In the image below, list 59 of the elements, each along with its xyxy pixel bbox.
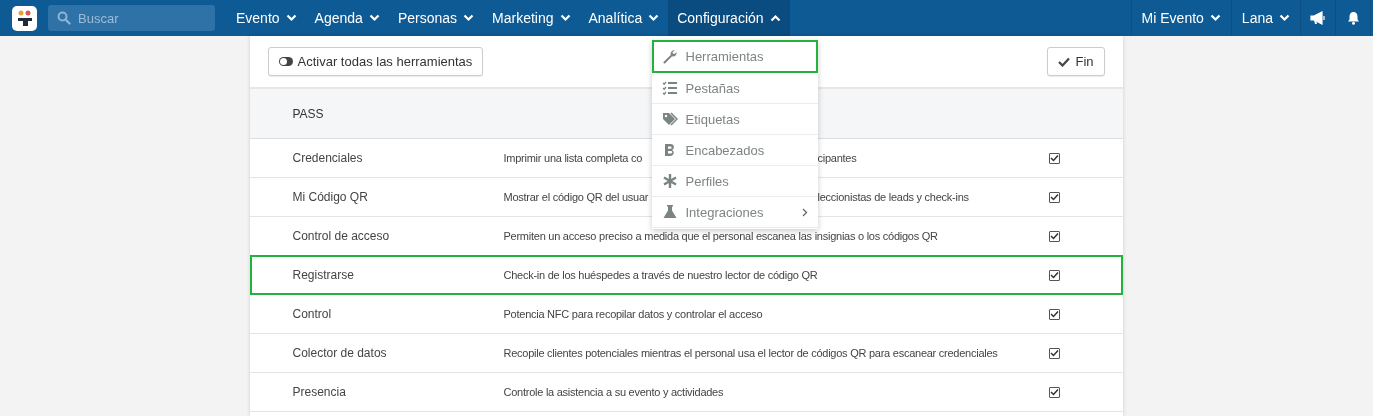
checkbox[interactable] — [1048, 386, 1060, 398]
menu-item[interactable]: Etiquetas — [651, 104, 818, 135]
tool-description: Permiten un acceso preciso a medida que el personal escanea las insignias o los códigos QR — [503, 230, 938, 242]
tool-description: Recopile clientes potenciales mientras el personal usa el lector de códigos QR para escanear credenciales — [503, 347, 998, 359]
asterisk-icon — [661, 173, 678, 189]
checklist-icon — [661, 80, 678, 96]
checkbox[interactable] — [1048, 230, 1060, 242]
tool-name: Control de acceso — [291, 229, 391, 243]
nav-menu[interactable]: Lana — [1230, 0, 1300, 36]
nav-menu[interactable]: Mi Evento — [1130, 0, 1231, 36]
nav-menu[interactable]: Agenda — [305, 0, 389, 36]
tool-description: Check-in de los huéspedes a través de nuestro lector de código QR — [503, 269, 818, 281]
menu-item[interactable]: Herramientas — [651, 40, 818, 73]
nav-menu[interactable]: Evento — [227, 0, 306, 36]
nav-menu[interactable]: Analítica — [579, 0, 669, 36]
menu-item[interactable]: Integraciones — [651, 197, 818, 228]
nav-menu[interactable]: Configuración — [668, 0, 790, 36]
tool-name: Control — [291, 307, 333, 321]
checkbox[interactable] — [1048, 191, 1060, 203]
menu-item[interactable]: Encabezados — [651, 135, 818, 166]
checkmark-icon — [1058, 56, 1071, 67]
chevron-icon — [1279, 14, 1290, 22]
tool-description: Controle la asistencia a su evento y actividades — [503, 386, 724, 398]
tool-description: Imprimir una lista completa co — [503, 152, 643, 164]
chevron-icon — [769, 14, 781, 22]
tool-name: Credenciales — [291, 151, 364, 165]
activate-all-button[interactable]: Activar todas las herramientas — [267, 47, 484, 76]
section-title: PASS — [292, 106, 324, 121]
tags-icon — [661, 111, 678, 127]
tool-description: cipantes — [817, 152, 857, 164]
done-button[interactable]: Fin — [1047, 47, 1105, 76]
bell-icon[interactable] — [1335, 0, 1371, 36]
tool-description: leccionistas de leads y check-ins — [817, 191, 969, 203]
menu-item[interactable]: Pestañas — [651, 73, 818, 104]
search-field[interactable]: Buscar — [48, 5, 215, 31]
checkbox[interactable] — [1048, 269, 1060, 281]
app-logo[interactable] — [12, 5, 37, 31]
checkbox[interactable] — [1048, 347, 1060, 359]
tool-name: Presencia — [291, 385, 347, 399]
chevron-icon — [559, 14, 571, 22]
tool-description: Potencia NFC para recopilar datos y controlar el acceso — [503, 308, 763, 320]
checkbox[interactable] — [1048, 152, 1060, 164]
tool-name: Registrarse — [291, 268, 355, 282]
tool-description: Mostrar el código QR del usuar — [503, 191, 649, 203]
chevron-icon — [285, 14, 297, 22]
chevron-icon — [1209, 14, 1221, 22]
tool-name: Colector de datos — [291, 346, 388, 360]
wrench-icon — [661, 48, 678, 65]
checkbox[interactable] — [1048, 308, 1060, 320]
search-icon — [57, 11, 71, 25]
flask-icon — [661, 204, 678, 220]
chevron-icon — [368, 14, 380, 22]
tool-name: Mi Código QR — [291, 190, 369, 204]
nav-menu[interactable]: Marketing — [483, 0, 580, 36]
nav-menu[interactable]: Personas — [388, 0, 484, 36]
chevron-icon — [648, 14, 660, 22]
toggle-icon — [278, 57, 293, 66]
chevron-icon — [463, 14, 475, 22]
menu-item[interactable]: Perfiles — [651, 166, 818, 197]
